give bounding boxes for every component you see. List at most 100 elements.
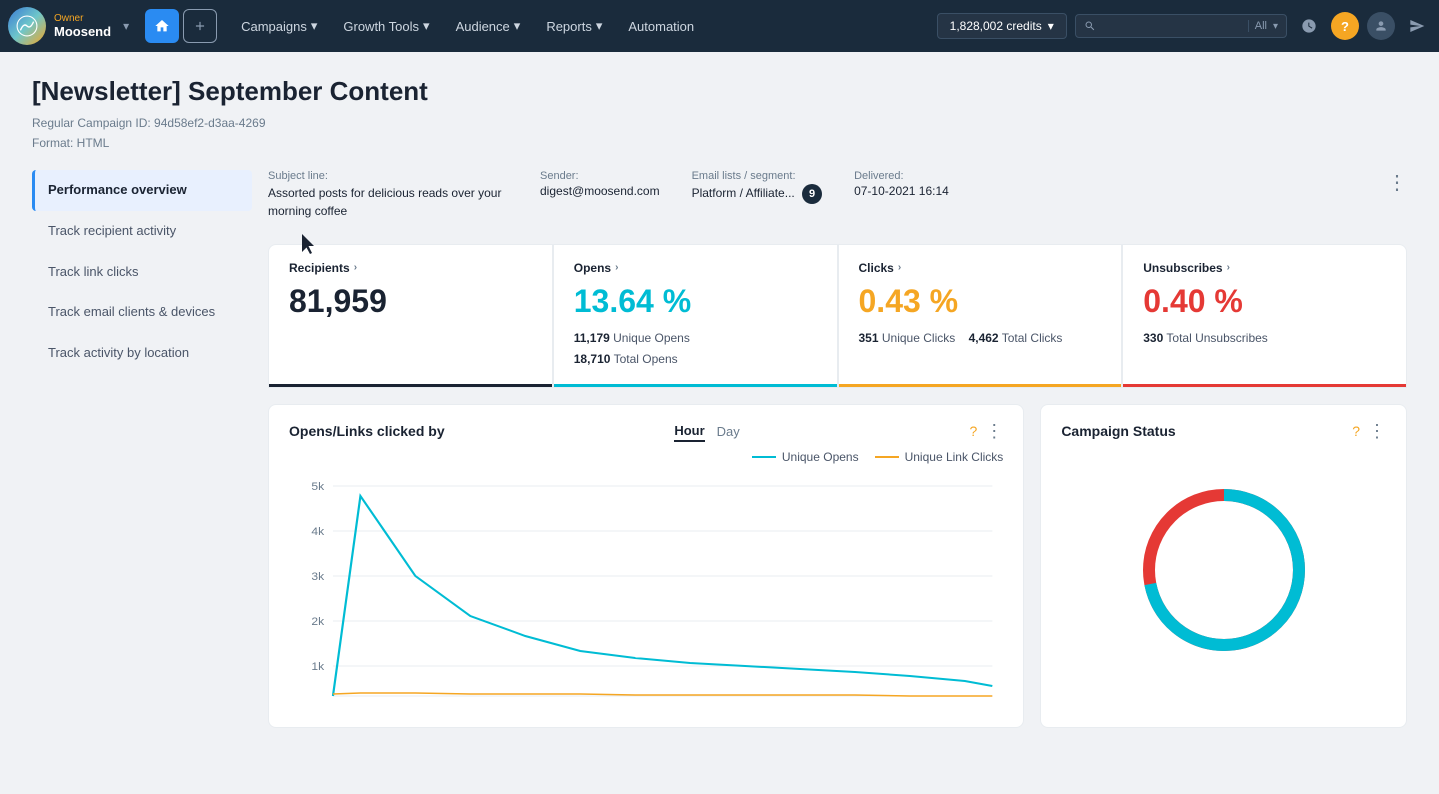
nav-growth-tools[interactable]: Growth Tools ▾ [331, 12, 441, 40]
clicks-bar [839, 384, 1122, 387]
subject-value: Assorted posts for delicious reads over … [268, 184, 508, 220]
opens-bar [554, 384, 837, 387]
legend-unique-opens: Unique Opens [752, 450, 859, 464]
clicks-value: 0.43 % [859, 283, 1102, 320]
more-button[interactable]: ⋮ [1387, 170, 1407, 195]
nav-reports[interactable]: Reports ▾ [534, 12, 614, 40]
svg-text:1k: 1k [311, 661, 324, 672]
sidebar-item-link-clicks[interactable]: Track link clicks [32, 252, 252, 293]
opens-chart-header: Opens/Links clicked by Hour Day ? ⋮ [289, 421, 1003, 442]
stat-unsubscribes: Unsubscribes › 0.40 % 330 Total Unsubscr… [1122, 244, 1407, 388]
chart-area: 5k 4k 3k 2k 1k [289, 476, 1003, 711]
campaign-id: Regular Campaign ID: 94d58ef2-d3aa-4269 [32, 113, 1407, 133]
stats-grid: Recipients › 81,959 Opens › 13.64 % [268, 244, 1407, 388]
brand-dropdown[interactable]: ▾ [123, 19, 129, 33]
email-list-badge: 9 [802, 184, 822, 204]
user-button[interactable] [1367, 12, 1395, 40]
send-icon[interactable] [1403, 12, 1431, 40]
main-content: [Newsletter] September Content Regular C… [0, 52, 1439, 752]
add-button[interactable] [183, 9, 217, 43]
sidebar-item-recipient[interactable]: Track recipient activity [32, 211, 252, 252]
search-box: All ▾ [1075, 14, 1287, 38]
right-panel: Subject line: Assorted posts for delicio… [252, 170, 1407, 728]
stat-clicks: Clicks › 0.43 % 351 Unique Clicks 4,462 … [838, 244, 1123, 388]
unsubscribes-bar [1123, 384, 1406, 387]
legend-dot-yellow [875, 456, 899, 458]
opens-label[interactable]: Opens › [574, 261, 817, 275]
charts-row: Opens/Links clicked by Hour Day ? ⋮ [268, 404, 1407, 728]
format-label: Format: HTML [32, 133, 1407, 153]
recipients-value: 81,959 [289, 283, 532, 320]
delivered-value: 07-10-2021 16:14 [854, 184, 949, 198]
chart-more-icon[interactable]: ⋮ [985, 421, 1003, 442]
campaign-status-help-icon[interactable]: ? [1352, 423, 1360, 439]
campaign-header: Subject line: Assorted posts for delicio… [252, 170, 1407, 220]
nav-right: 1,828,002 credits ▾ All ▾ ? [937, 12, 1431, 40]
brand: Owner Moosend [54, 13, 111, 39]
opens-chart-title: Opens/Links clicked by [289, 423, 445, 439]
search-input[interactable] [1102, 19, 1242, 33]
svg-text:5k: 5k [311, 481, 324, 492]
content-layout: Performance overview Track recipient act… [32, 170, 1407, 728]
help-button[interactable]: ? [1331, 12, 1359, 40]
navbar: Owner Moosend ▾ Campaigns ▾ Growth Tools… [0, 0, 1439, 52]
nav-automation[interactable]: Automation [616, 13, 706, 40]
sidebar: Performance overview Track recipient act… [32, 170, 252, 728]
email-list-label: Email lists / segment: [692, 170, 823, 182]
recipients-bar [269, 384, 552, 387]
delivered-label: Delivered: [854, 170, 949, 182]
legend-unique-clicks: Unique Link Clicks [875, 450, 1004, 464]
campaign-status-card: Campaign Status ? ⋮ [1040, 404, 1407, 728]
stat-recipients: Recipients › 81,959 [268, 244, 553, 388]
campaign-status-title: Campaign Status [1061, 423, 1175, 439]
sidebar-item-performance[interactable]: Performance overview [32, 170, 252, 211]
time-icon[interactable] [1295, 12, 1323, 40]
donut-container [1061, 450, 1386, 690]
owner-label: Owner [54, 13, 111, 24]
campaign-status-more-icon[interactable]: ⋮ [1368, 421, 1386, 442]
svg-text:2k: 2k [311, 616, 324, 627]
sidebar-item-email-clients[interactable]: Track email clients & devices [32, 292, 252, 333]
nav-campaigns[interactable]: Campaigns ▾ [229, 12, 329, 40]
nav-audience[interactable]: Audience ▾ [444, 12, 533, 40]
opens-chart-card: Opens/Links clicked by Hour Day ? ⋮ [268, 404, 1024, 728]
tab-day[interactable]: Day [717, 422, 740, 441]
search-type[interactable]: All [1248, 20, 1267, 32]
chart-legend: Unique Opens Unique Link Clicks [289, 450, 1003, 464]
search-icon [1084, 20, 1096, 32]
stat-opens: Opens › 13.64 % 11,179 Unique Opens 18,7… [553, 244, 838, 388]
subject-label: Subject line: [268, 170, 508, 182]
legend-dot-cyan [752, 456, 776, 458]
svg-text:3k: 3k [311, 571, 324, 582]
svg-text:4k: 4k [311, 526, 324, 537]
nav-items: Campaigns ▾ Growth Tools ▾ Audience ▾ Re… [229, 12, 933, 40]
email-list-value: Platform / Affiliate... 9 [692, 184, 823, 204]
unsubscribes-sub: 330 Total Unsubscribes [1143, 328, 1386, 350]
tab-hour[interactable]: Hour [674, 421, 704, 442]
brand-name: Moosend [54, 24, 111, 39]
sidebar-item-location[interactable]: Track activity by location [32, 333, 252, 374]
opens-value: 13.64 % [574, 283, 817, 320]
stats-area: Recipients › 81,959 Opens › 13.64 % [252, 244, 1407, 388]
delivered-col: Delivered: 07-10-2021 16:14 [854, 170, 949, 198]
campaign-status-header: Campaign Status ? ⋮ [1061, 421, 1386, 442]
credits-button[interactable]: 1,828,002 credits ▾ [937, 13, 1067, 39]
clicks-sub: 351 Unique Clicks 4,462 Total Clicks [859, 328, 1102, 350]
page-title: [Newsletter] September Content [32, 76, 1407, 107]
clicks-label[interactable]: Clicks › [859, 261, 1102, 275]
logo[interactable] [8, 7, 46, 45]
opens-sub: 11,179 Unique Opens 18,710 Total Opens [574, 328, 817, 371]
campaign-status-actions: ? ⋮ [1352, 421, 1386, 442]
chart-help-icon[interactable]: ? [970, 423, 978, 439]
home-button[interactable] [145, 9, 179, 43]
unsubscribes-value: 0.40 % [1143, 283, 1386, 320]
line-chart-svg: 5k 4k 3k 2k 1k [289, 476, 1003, 706]
page-meta: Regular Campaign ID: 94d58ef2-d3aa-4269 … [32, 113, 1407, 154]
sender-value: digest@moosend.com [540, 184, 660, 198]
sender-col: Sender: digest@moosend.com [540, 170, 660, 198]
email-list-col: Email lists / segment: Platform / Affili… [692, 170, 823, 204]
recipients-label[interactable]: Recipients › [289, 261, 532, 275]
unsubscribes-label[interactable]: Unsubscribes › [1143, 261, 1386, 275]
donut-chart [1124, 470, 1324, 670]
chart-actions: ? ⋮ [970, 421, 1004, 442]
